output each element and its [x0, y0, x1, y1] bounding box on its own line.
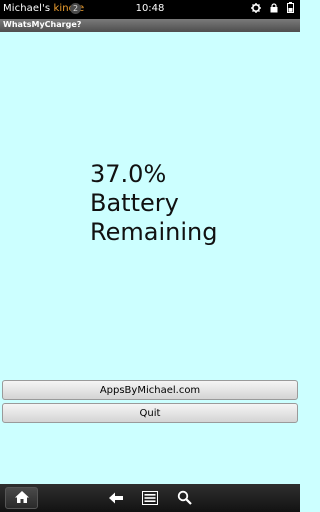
nav-bar	[0, 484, 300, 512]
status-bar: Michael's kindle 2 10:48	[0, 0, 300, 19]
system-icons	[251, 2, 294, 16]
home-icon	[14, 489, 30, 508]
settings-gear-icon[interactable]	[251, 2, 261, 16]
charge-percent: 37.0%	[90, 160, 167, 188]
charge-display: 37.0% Battery Remaining	[90, 160, 217, 247]
app-title-bar: WhatsMyCharge?	[0, 19, 300, 32]
battery-icon[interactable]	[287, 2, 294, 16]
app-title: WhatsMyCharge?	[3, 20, 82, 29]
charge-label-battery: Battery	[90, 189, 179, 217]
search-icon[interactable]	[177, 490, 192, 509]
lock-icon[interactable]	[270, 2, 278, 16]
apps-by-michael-button[interactable]: AppsByMichael.com	[2, 380, 298, 400]
charge-label-remaining: Remaining	[90, 218, 218, 246]
back-arrow-icon[interactable]	[108, 490, 124, 509]
menu-icon[interactable]	[142, 490, 158, 509]
home-button[interactable]	[5, 487, 38, 509]
quit-button[interactable]: Quit	[2, 403, 298, 423]
